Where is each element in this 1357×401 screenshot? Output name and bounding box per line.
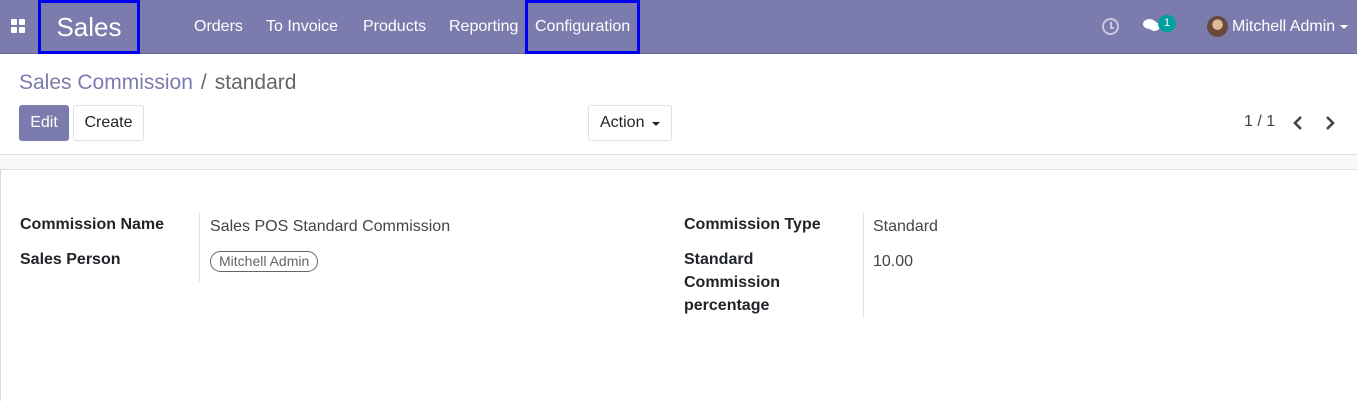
apps-menu-icon[interactable] — [11, 19, 26, 34]
commission-type-value: Standard — [873, 218, 938, 235]
breadcrumb-current: standard — [214, 71, 297, 94]
commission-name-value: Sales POS Standard Commission — [210, 218, 451, 235]
sales-person-label: Sales Person — [20, 251, 121, 268]
menu-configuration[interactable]: Configuration — [525, 0, 641, 54]
breadcrumb: Sales Commission / standard — [19, 70, 296, 96]
chevron-right-icon[interactable] — [1324, 116, 1336, 130]
menu-to-invoice[interactable]: To Invoice — [266, 0, 338, 54]
chevron-left-icon[interactable] — [1292, 116, 1304, 130]
edit-button[interactable]: Edit — [19, 105, 69, 141]
caret-down-icon[interactable] — [1340, 25, 1348, 29]
form-sheet — [0, 170, 1357, 401]
percentage-value: 10.00 — [873, 253, 914, 270]
menu-products[interactable]: Products — [363, 0, 426, 54]
app-brand-sales[interactable]: Sales — [38, 0, 140, 54]
sales-person-tag[interactable]: Mitchell Admin — [210, 251, 319, 272]
field-divider — [863, 213, 864, 318]
commission-name-label: Commission Name — [20, 216, 165, 233]
create-button[interactable]: Create — [73, 105, 144, 141]
menu-orders[interactable]: Orders — [194, 0, 243, 54]
chat-count-badge: 1 — [1158, 15, 1176, 32]
percentage-label-line1: Standard — [684, 251, 754, 268]
user-avatar[interactable] — [1207, 16, 1228, 37]
action-label: Action — [600, 114, 645, 131]
action-dropdown-button[interactable]: Action — [588, 105, 672, 141]
menu-reporting[interactable]: Reporting — [449, 0, 518, 54]
user-name[interactable]: Mitchell Admin — [1232, 0, 1335, 54]
breadcrumb-separator: / — [200, 71, 207, 94]
caret-down-icon — [652, 122, 660, 126]
pager-value[interactable]: 1 / 1 — [1244, 113, 1275, 131]
commission-type-label: Commission Type — [684, 216, 821, 233]
form-sheet-background — [0, 154, 1357, 170]
percentage-label-line2: Commission — [684, 274, 781, 291]
breadcrumb-parent[interactable]: Sales Commission — [19, 71, 193, 94]
percentage-label-line3: percentage — [684, 297, 770, 314]
top-navbar: Sales Orders To Invoice Products Reporti… — [0, 0, 1357, 54]
field-divider — [199, 213, 200, 282]
activity-clock-icon[interactable] — [1102, 18, 1119, 35]
